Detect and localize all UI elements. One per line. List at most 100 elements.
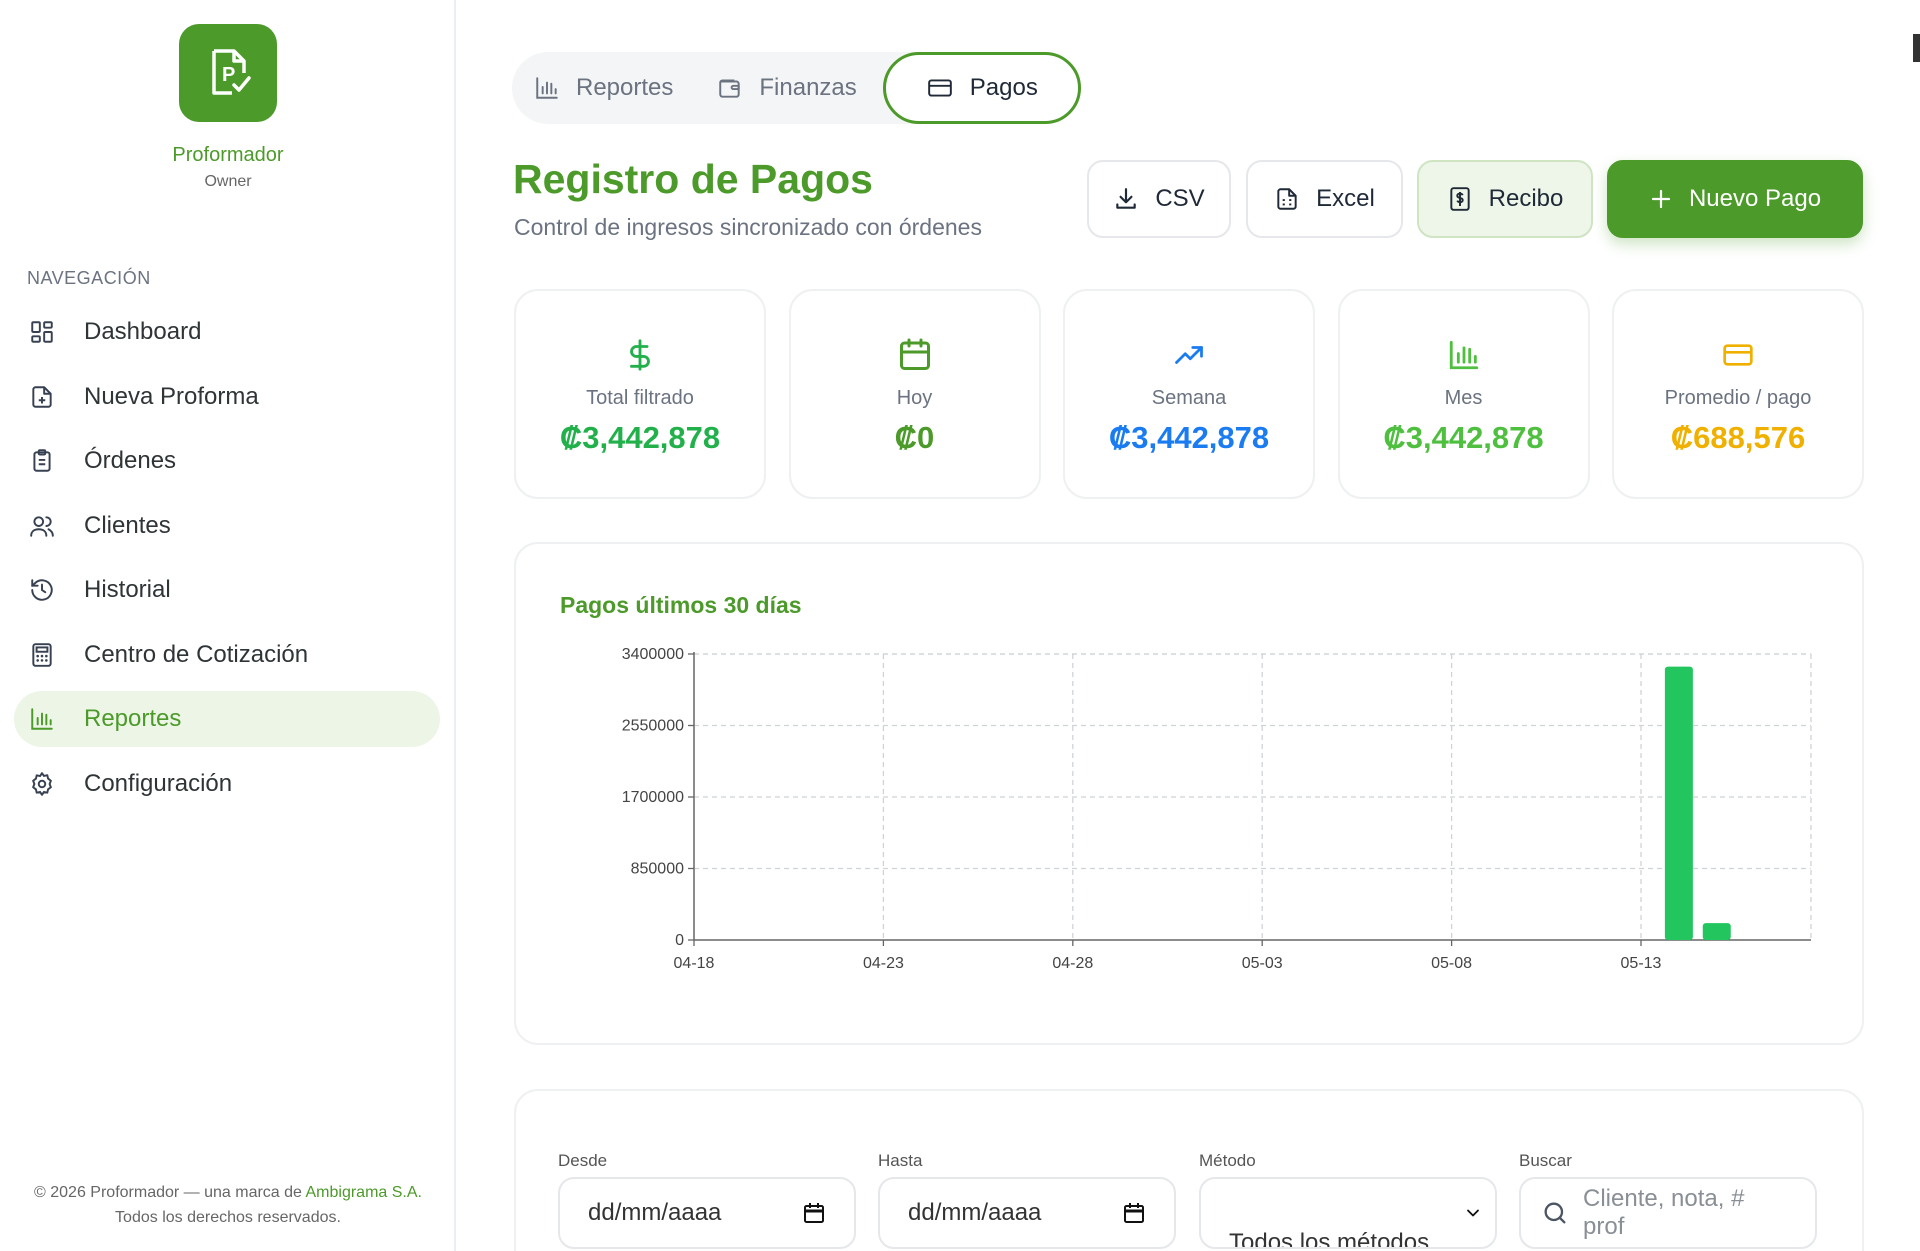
sidebar-item-historial[interactable]: Historial bbox=[14, 562, 440, 618]
y-tick-label: 2550000 bbox=[622, 718, 684, 735]
calendar-icon[interactable] bbox=[1122, 1201, 1146, 1225]
button-label: Recibo bbox=[1488, 185, 1564, 212]
window-edge-handle bbox=[1913, 34, 1920, 62]
sidebar-item-ordenes[interactable]: Órdenes bbox=[14, 433, 440, 489]
x-tick-label: 04-18 bbox=[674, 955, 715, 972]
search-icon bbox=[1541, 1199, 1569, 1227]
tab-label: Finanzas bbox=[759, 74, 857, 101]
x-tick-label: 05-08 bbox=[1431, 955, 1472, 972]
stat-card-total: Total filtrado ₡3,442,878 bbox=[514, 289, 766, 499]
metodo-label: Método bbox=[1199, 1151, 1256, 1170]
clipboard-icon bbox=[28, 447, 56, 475]
payments-bar-chart: 0 850000 1700000 2550000 3400000 04-18 04-23 04… bbox=[622, 646, 1812, 972]
app-logo[interactable]: P bbox=[179, 24, 277, 122]
stat-label: Promedio / pago bbox=[1664, 387, 1812, 409]
calendar-icon bbox=[791, 335, 1039, 375]
tab-label: Reportes bbox=[576, 74, 674, 101]
brand-role: Owner bbox=[204, 173, 252, 190]
footer-company-link[interactable]: Ambigrama S.A. bbox=[306, 1184, 422, 1201]
calendar-icon[interactable] bbox=[802, 1201, 826, 1225]
desde-label: Desde bbox=[558, 1151, 608, 1170]
new-payment-button[interactable]: Nuevo Pago bbox=[1607, 160, 1863, 238]
receipt-icon bbox=[1447, 186, 1473, 212]
sidebar-item-dashboard[interactable]: Dashboard bbox=[14, 304, 440, 360]
x-tick-label: 05-13 bbox=[1621, 955, 1662, 972]
stat-label: Total filtrado bbox=[586, 387, 694, 409]
section-tabs: Reportes Finanzas Pagos bbox=[512, 52, 1081, 124]
bar-chart-icon bbox=[534, 75, 560, 101]
stat-value: ₡0 bbox=[894, 420, 935, 455]
sidebar-nav: Dashboard Nueva Proforma Órdenes Cliente… bbox=[14, 304, 440, 820]
users-icon bbox=[28, 512, 56, 540]
wallet-icon bbox=[717, 75, 743, 101]
sidebar-item-clientes[interactable]: Clientes bbox=[14, 498, 440, 554]
sidebar-item-configuracion[interactable]: Configuración bbox=[14, 756, 440, 812]
brand: P Proformador Owner bbox=[0, 24, 456, 191]
buscar-label: Buscar bbox=[1519, 1151, 1572, 1170]
y-tick-label: 1700000 bbox=[622, 789, 684, 806]
sidebar-item-label: Historial bbox=[84, 576, 171, 603]
stat-label: Semana bbox=[1151, 387, 1227, 409]
sidebar-item-label: Clientes bbox=[84, 511, 171, 539]
button-label: Excel bbox=[1316, 185, 1375, 212]
tab-finanzas[interactable]: Finanzas bbox=[695, 52, 878, 124]
chart-bar bbox=[1702, 923, 1731, 940]
tab-pagos[interactable]: Pagos bbox=[882, 52, 1081, 124]
sidebar-item-label: Centro de Cotización bbox=[84, 640, 309, 668]
nav-section-title: NAVEGACIÓN bbox=[27, 268, 151, 288]
y-tick-label: 0 bbox=[675, 932, 684, 949]
bar-chart-icon bbox=[28, 705, 56, 733]
stats-row: Total filtrado ₡3,442,878 Hoy ₡0 Semana … bbox=[514, 289, 1864, 499]
search-input[interactable]: Cliente, nota, # prof bbox=[1519, 1177, 1817, 1249]
receipt-button[interactable]: Recibo bbox=[1417, 160, 1593, 238]
sidebar-item-label: Dashboard bbox=[84, 318, 202, 345]
sidebar-item-label: Reportes bbox=[84, 705, 182, 732]
desde-date-input[interactable]: dd/mm/aaaa bbox=[558, 1177, 856, 1249]
sidebar-item-label: Configuración bbox=[84, 769, 233, 797]
brand-name: Proformador bbox=[172, 144, 284, 166]
chevron-down-icon bbox=[1463, 1203, 1483, 1223]
y-tick-label: 3400000 bbox=[622, 646, 684, 663]
stat-card-promedio: Promedio / pago ₡688,576 bbox=[1612, 289, 1864, 499]
tab-reportes[interactable]: Reportes bbox=[512, 52, 695, 124]
calculator-icon bbox=[28, 641, 56, 669]
metodo-select[interactable]: Todos los métodos bbox=[1199, 1177, 1497, 1249]
export-excel-button[interactable]: Excel bbox=[1246, 160, 1403, 238]
sidebar-item-label: Nueva Proforma bbox=[84, 382, 259, 410]
sidebar-footer: © 2026 Proformador — una marca de Ambigr… bbox=[28, 1180, 428, 1230]
sidebar: P Proformador Owner NAVEGACIÓN Dashboard… bbox=[0, 0, 456, 1251]
filters-card: Desde dd/mm/aaaa Hasta dd/mm/aaaa Método… bbox=[514, 1089, 1864, 1251]
y-tick-label: 850000 bbox=[631, 861, 684, 878]
select-value: Todos los métodos bbox=[1229, 1229, 1430, 1249]
footer-text-end: Todos los derechos reservados. bbox=[115, 1209, 341, 1226]
download-icon bbox=[1113, 186, 1139, 212]
date-input-value: dd/mm/aaaa bbox=[588, 1199, 722, 1226]
bar-chart-icon bbox=[1340, 335, 1588, 375]
x-tick-label: 04-28 bbox=[1052, 955, 1093, 972]
export-csv-button[interactable]: CSV bbox=[1087, 160, 1231, 238]
stat-value: ₡3,442,878 bbox=[1108, 420, 1270, 455]
svg-text:P: P bbox=[222, 64, 235, 86]
dollar-icon bbox=[516, 335, 764, 375]
file-plus-icon bbox=[28, 383, 56, 411]
page-subtitle: Control de ingresos sincronizado con órd… bbox=[514, 214, 982, 240]
x-tick-label: 05-03 bbox=[1242, 955, 1283, 972]
stat-card-mes: Mes ₡3,442,878 bbox=[1337, 289, 1590, 499]
hasta-label: Hasta bbox=[878, 1151, 923, 1170]
document-check-icon: P bbox=[212, 49, 251, 95]
sidebar-item-nueva-proforma[interactable]: Nueva Proforma bbox=[14, 369, 440, 425]
credit-card-icon bbox=[1614, 335, 1862, 375]
button-label: Nuevo Pago bbox=[1688, 185, 1822, 212]
stat-label: Hoy bbox=[896, 387, 933, 409]
stat-value: ₡3,442,878 bbox=[559, 420, 721, 455]
stat-value: ₡3,442,878 bbox=[1383, 420, 1544, 455]
stat-card-hoy: Hoy ₡0 bbox=[788, 289, 1041, 499]
plus-icon bbox=[1649, 187, 1673, 211]
x-tick-label: 04-23 bbox=[863, 955, 904, 972]
hasta-date-input[interactable]: dd/mm/aaaa bbox=[878, 1177, 1176, 1249]
spreadsheet-icon bbox=[1274, 186, 1300, 212]
sidebar-item-centro-cotizacion[interactable]: Centro de Cotización bbox=[14, 627, 440, 683]
gear-icon bbox=[28, 770, 56, 798]
stat-card-semana: Semana ₡3,442,878 bbox=[1063, 289, 1315, 499]
sidebar-item-reportes[interactable]: Reportes bbox=[14, 691, 440, 747]
